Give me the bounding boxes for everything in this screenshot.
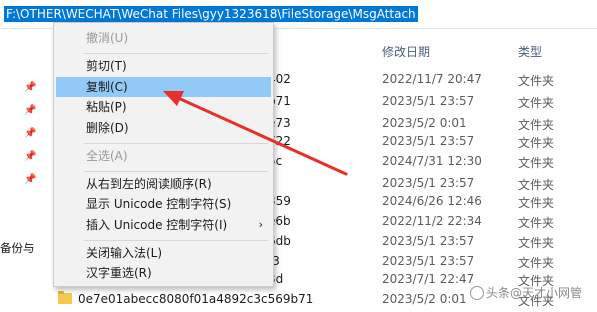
watermark-logo-icon	[470, 286, 484, 300]
watermark-text: 头条@天才小网管	[486, 286, 583, 300]
annotation-arrow	[163, 91, 348, 176]
